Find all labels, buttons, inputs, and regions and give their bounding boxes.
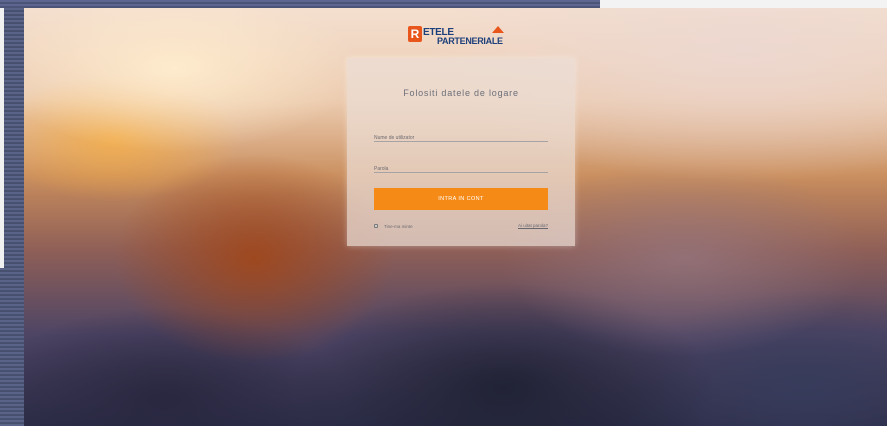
window-top-white <box>600 0 887 8</box>
username-input[interactable] <box>374 130 548 146</box>
login-title: Folositi datele de logare <box>403 88 519 98</box>
login-card: Folositi datele de logare INTRA IN CONT … <box>347 58 575 246</box>
window-top-bar <box>0 0 600 8</box>
password-input[interactable] <box>374 161 548 177</box>
overlay-white-edge <box>0 8 4 268</box>
forgot-password-link[interactable]: Ai uitat parola? <box>518 223 548 228</box>
login-button[interactable]: INTRA IN CONT <box>374 188 548 210</box>
remember-me[interactable]: Tine-ma minte <box>374 222 413 230</box>
username-field-wrapper <box>374 126 548 146</box>
password-field-wrapper <box>374 157 548 177</box>
logo-text-bottom: PARTENERIALE <box>437 36 503 46</box>
remember-label: Tine-ma minte <box>384 223 413 229</box>
site-logo[interactable]: R ETELE PARTENERIALE <box>408 26 518 48</box>
remember-checkbox[interactable] <box>374 224 378 228</box>
logo-arrow-icon <box>492 26 504 33</box>
logo-mark: R <box>408 26 422 42</box>
